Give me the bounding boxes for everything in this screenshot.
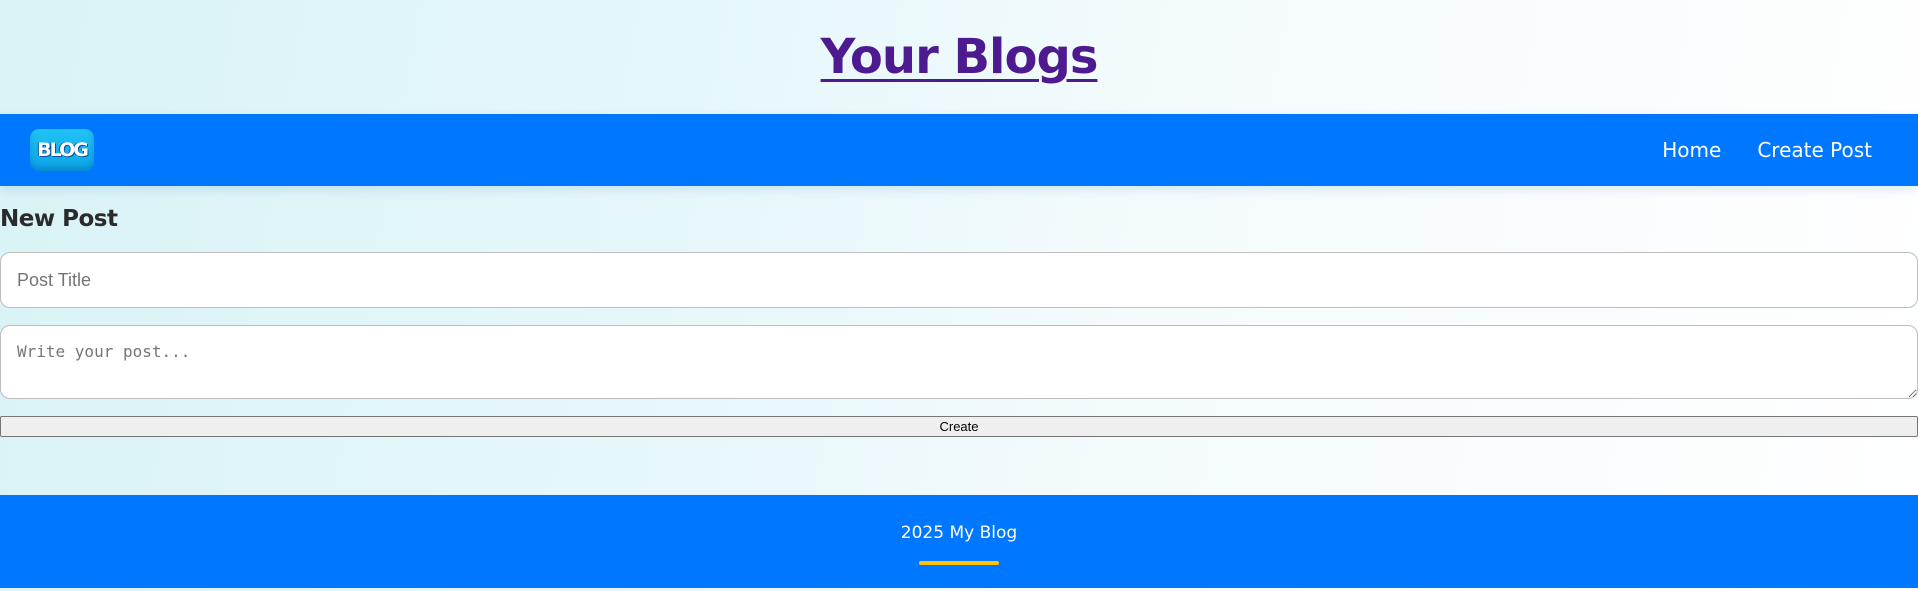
page-title[interactable]: Your Blogs (821, 29, 1099, 85)
blog-logo[interactable]: BLOG (30, 129, 94, 171)
nav-link-home[interactable]: Home (1662, 138, 1721, 162)
nav-links: Home Create Post (1662, 138, 1872, 162)
create-button[interactable]: Create (0, 416, 1918, 437)
blog-logo-text: BLOG (37, 139, 89, 161)
footer: 2025 My Blog (0, 495, 1918, 588)
footer-accent-bar (919, 560, 999, 565)
new-post-form: New Post Create (0, 186, 1918, 437)
post-body-textarea[interactable] (0, 325, 1918, 399)
navbar: BLOG Home Create Post (0, 114, 1918, 186)
footer-text: 2025 My Blog (900, 522, 1018, 543)
form-heading: New Post (0, 206, 118, 232)
nav-link-create-post[interactable]: Create Post (1757, 138, 1872, 162)
post-title-input[interactable] (0, 252, 1918, 308)
page-header: Your Blogs (0, 0, 1918, 114)
